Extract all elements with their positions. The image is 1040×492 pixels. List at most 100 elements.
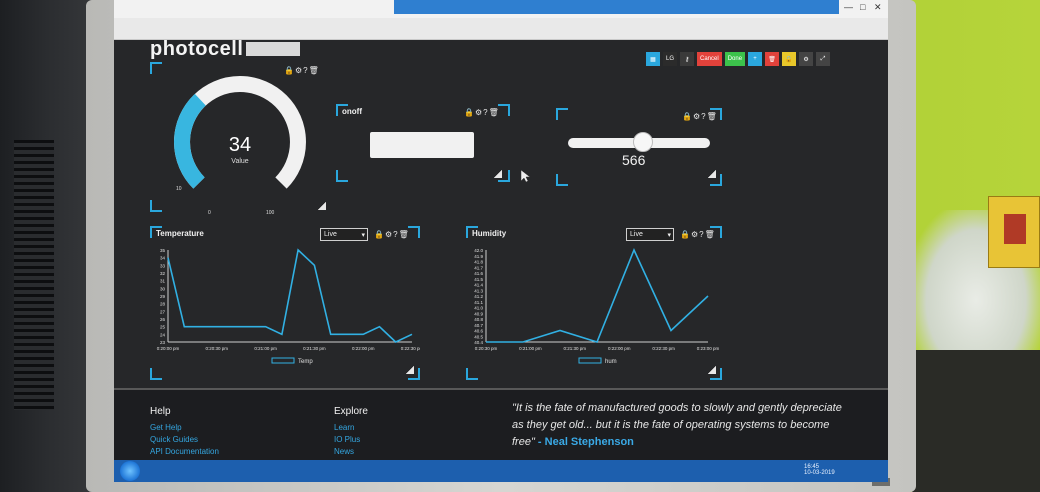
y-tick-label: 40.9	[474, 311, 483, 316]
browser-tab-strip[interactable]	[394, 0, 839, 14]
toolbar-grid-button[interactable]: ▦	[646, 52, 660, 66]
x-tick-label: 0:22:00 pm	[352, 346, 375, 351]
toolbar-key-button[interactable]: ⚷	[680, 52, 695, 66]
toolbar-lg-button[interactable]: LG	[663, 52, 678, 66]
brand-name: photocell	[150, 38, 244, 60]
x-tick-label: 0:23:00 pm	[697, 346, 720, 351]
y-tick-label: 41.2	[474, 294, 483, 299]
monitor-vent	[14, 140, 54, 410]
humidity-chart: 40.440.540.640.740.840.941.041.141.241.3…	[474, 247, 720, 365]
block-corner	[498, 104, 510, 116]
footer-link-api-docs[interactable]: API Documentation	[150, 447, 219, 456]
gauge-tick-label: 10	[176, 186, 182, 192]
y-tick-label: 24	[160, 332, 166, 337]
start-button[interactable]	[120, 461, 140, 481]
gauge-block: 🔒⚙?🗑 34 Value 10 0 100	[150, 62, 330, 216]
y-tick-label: 35	[160, 248, 166, 253]
x-tick-label: 0:22:30 pm	[652, 346, 675, 351]
expand-icon: ⤢	[820, 55, 826, 62]
resize-handle[interactable]	[494, 170, 502, 178]
footer-link-io-plus[interactable]: IO Plus	[334, 435, 360, 444]
dashboard-name-field[interactable]	[246, 42, 300, 56]
toolbar-lock-button[interactable]: 🔒	[782, 52, 797, 66]
x-tick-label: 0:20:30 pm	[475, 346, 498, 351]
footer-quote: "It is the fate of manufactured goods to…	[512, 400, 852, 451]
y-tick-label: 42.0	[474, 248, 483, 253]
block-corner	[336, 170, 348, 182]
onoff-block: onoff 🔒⚙?🗑	[336, 104, 510, 182]
series-line	[167, 248, 413, 343]
desk-object	[912, 350, 1040, 492]
x-tick-label: 0:21:00 pm	[254, 346, 277, 351]
y-tick-label: 40.4	[474, 340, 483, 345]
y-tick-label: 41.4	[474, 283, 483, 288]
y-tick-label: 41.5	[474, 277, 483, 282]
y-tick-label: 41.6	[474, 271, 483, 276]
x-tick-label: 0:21:30 pm	[303, 346, 326, 351]
footer-link-learn[interactable]: Learn	[334, 423, 354, 432]
y-tick-label: 41.9	[474, 254, 483, 259]
mouse-cursor-icon	[521, 170, 530, 183]
minimize-icon[interactable]: —	[844, 2, 853, 12]
toolbar-expand-button[interactable]: ⤢	[816, 52, 831, 66]
y-tick-label: 31	[160, 279, 166, 284]
windows-taskbar: 16:45 10-03-2019	[114, 460, 888, 482]
monitor-screen: — □ ✕ photocell ▦ LG ⚷ Cancel Done + 🗑 🔒 ⚙ ⤢ 🔒⚙?🗑…	[114, 0, 888, 482]
toolbar-plus-button[interactable]: +	[748, 52, 763, 66]
x-tick-label: 0:22:30 pm	[401, 346, 420, 351]
y-tick-label: 33	[160, 263, 166, 268]
system-tray: 16:45 10-03-2019	[804, 464, 835, 476]
temperature-chart: 23 24 25 26 27 28 29 30 31 32 33 34 35 0:20:00 pm 0:20…	[157, 248, 420, 365]
y-tick-label: 30	[160, 286, 166, 291]
explore-heading: Explore	[334, 406, 368, 417]
humidity-chart-block: Humidity Live ▾ 🔒⚙?🗑 40.4 40.5 40.6 40.7 40.8…	[466, 226, 722, 380]
y-tick-label: 41.7	[474, 265, 483, 270]
resize-handle[interactable]	[708, 170, 716, 178]
help-heading: Help	[150, 406, 171, 417]
resize-handle[interactable]	[318, 202, 326, 210]
block-controls[interactable]: 🔒⚙?🗑	[682, 112, 718, 121]
y-tick-label: 40.6	[474, 329, 483, 334]
y-tick-label: 41.3	[474, 288, 483, 293]
toolbar-done-button[interactable]: Done	[724, 52, 746, 66]
y-tick-label: 32	[160, 271, 166, 276]
legend-label: Temp	[298, 359, 313, 365]
slider-thumb[interactable]	[633, 132, 654, 152]
resize-handle[interactable]	[708, 366, 716, 374]
toolbar-gear-button[interactable]: ⚙	[799, 52, 814, 66]
onoff-text-input[interactable]	[370, 132, 474, 158]
y-tick-label: 28	[160, 302, 166, 307]
tray-date: 10-03-2019	[804, 470, 835, 476]
maximize-icon[interactable]: □	[860, 2, 865, 12]
browser-address-bar[interactable]	[114, 18, 888, 40]
toolbar-trash-button[interactable]: 🗑	[765, 52, 780, 66]
plus-icon: +	[753, 56, 757, 62]
x-tick-label: 0:20:30 pm	[206, 346, 229, 351]
x-tick-label: 0:20:00 pm	[157, 346, 180, 351]
gauge-value: 34	[228, 134, 252, 156]
key-icon: ⚷	[684, 56, 690, 63]
y-tick-label: 41.1	[474, 300, 483, 305]
legend-label: hum	[605, 359, 617, 365]
block-controls[interactable]: 🔒⚙?🗑	[464, 108, 500, 117]
y-tick-label: 40.8	[474, 317, 483, 322]
footer-link-news[interactable]: News	[334, 447, 354, 456]
quote-author[interactable]: - Neal Stephenson	[538, 436, 634, 448]
slider-value: 566	[622, 152, 646, 168]
y-tick-label: 26	[160, 317, 166, 322]
temperature-chart-block: Temperature Live ▾ 🔒⚙?🗑 23 24 25 26 27 28 29 30 3…	[150, 226, 420, 380]
toolbar-cancel-button[interactable]: Cancel	[697, 52, 722, 66]
browser-titlebar: — □ ✕	[114, 0, 888, 18]
y-tick-label: 41.0	[474, 306, 483, 311]
y-tick-label: 29	[160, 294, 166, 299]
footer-link-quick-guides[interactable]: Quick Guides	[150, 435, 198, 444]
legend-swatch	[578, 357, 602, 364]
series-line	[486, 247, 709, 343]
resize-handle[interactable]	[406, 366, 414, 374]
y-tick-label: 41.8	[474, 260, 483, 265]
x-tick-label: 0:21:00 pm	[519, 346, 542, 351]
block-corner	[556, 108, 568, 120]
footer-link-get-help[interactable]: Get Help	[150, 423, 182, 432]
close-icon[interactable]: ✕	[874, 2, 882, 13]
y-tick-label: 34	[160, 256, 166, 261]
